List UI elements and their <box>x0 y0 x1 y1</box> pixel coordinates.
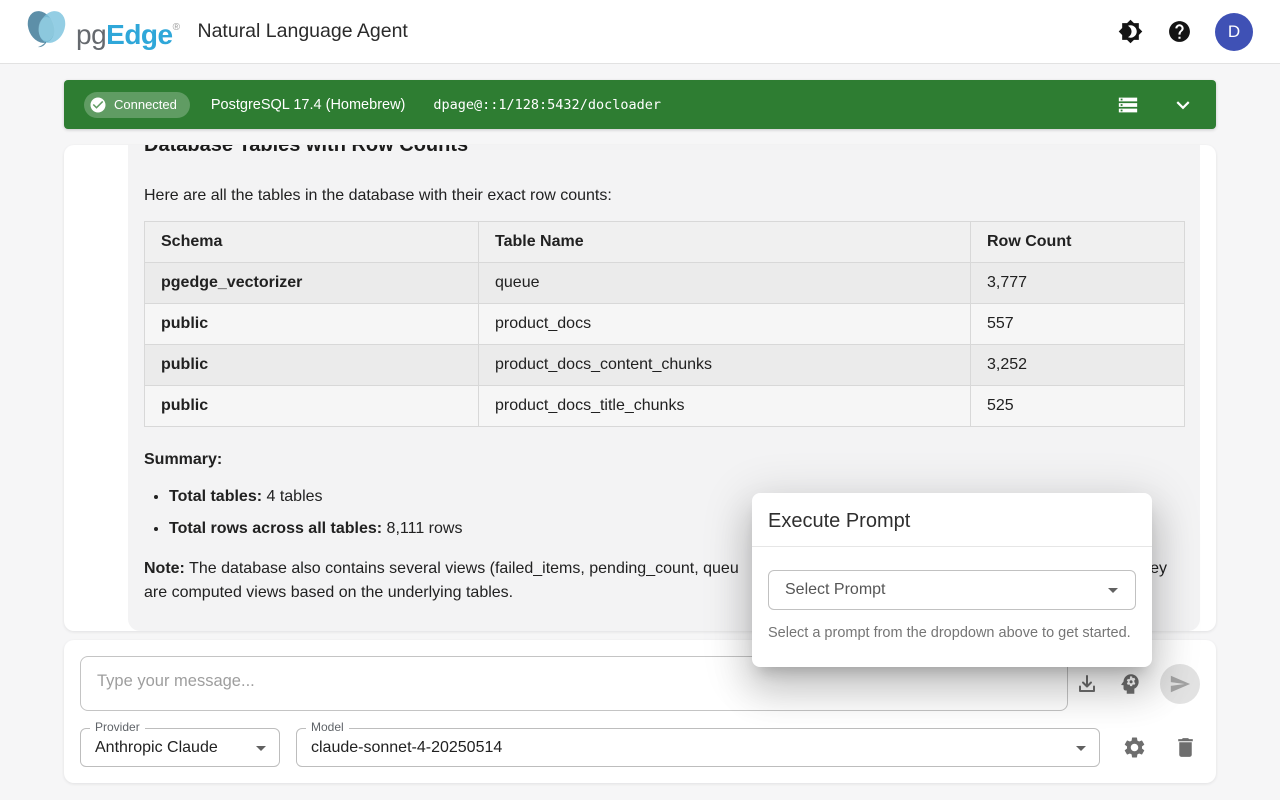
psychology-icon[interactable] <box>1117 671 1143 697</box>
cell-schema: public <box>145 304 479 345</box>
model-value: claude-sonnet-4-20250514 <box>311 739 1069 757</box>
model-select[interactable]: Model claude-sonnet-4-20250514 <box>296 728 1100 767</box>
pgedge-heart-icon <box>24 8 70 48</box>
cell-schema: pgedge_vectorizer <box>145 263 479 304</box>
dropdown-arrow-icon <box>1069 736 1093 760</box>
theme-toggle-icon[interactable] <box>1117 19 1143 45</box>
provider-select[interactable]: Provider Anthropic Claude <box>80 728 280 767</box>
check-circle-icon <box>89 96 107 114</box>
status-badge: Connected <box>84 92 190 118</box>
table-row: public product_docs_title_chunks 525 <box>145 386 1185 427</box>
cell-table: product_docs <box>479 304 971 345</box>
pgedge-logo: pgEdge® <box>24 8 180 55</box>
cell-count: 3,777 <box>971 263 1185 304</box>
row-counts-table: Schema Table Name Row Count pgedge_vecto… <box>144 221 1185 427</box>
summary-heading: Summary: <box>144 448 1184 472</box>
col-table-name: Table Name <box>479 222 971 263</box>
dialog-helper-text: Select a prompt from the dropdown above … <box>752 610 1152 643</box>
model-label: Model <box>306 721 349 733</box>
connection-bar[interactable]: Connected PostgreSQL 17.4 (Homebrew) dpa… <box>64 80 1216 129</box>
dropdown-arrow-icon <box>1101 578 1125 602</box>
server-list-icon[interactable] <box>1115 92 1141 118</box>
cell-count: 525 <box>971 386 1185 427</box>
cell-table: product_docs_content_chunks <box>479 345 971 386</box>
message-intro: Here are all the tables in the database … <box>144 184 1184 208</box>
cell-table: queue <box>479 263 971 304</box>
help-icon[interactable] <box>1166 19 1192 45</box>
message-heading: Database Tables with Row Counts <box>144 145 1184 158</box>
provider-value: Anthropic Claude <box>95 739 249 757</box>
dropdown-arrow-icon <box>249 736 273 760</box>
select-prompt-value: Select Prompt <box>785 581 1101 599</box>
dialog-title: Execute Prompt <box>752 493 1152 546</box>
download-icon[interactable] <box>1074 671 1100 697</box>
server-version: PostgreSQL 17.4 (Homebrew) <box>211 97 406 113</box>
cell-table: product_docs_title_chunks <box>479 386 971 427</box>
select-prompt-dropdown[interactable]: Select Prompt <box>768 570 1136 610</box>
col-row-count: Row Count <box>971 222 1185 263</box>
col-schema: Schema <box>145 222 479 263</box>
status-label: Connected <box>114 97 177 112</box>
chevron-down-icon[interactable] <box>1170 92 1196 118</box>
avatar[interactable]: D <box>1215 13 1253 51</box>
send-icon <box>1169 673 1191 695</box>
table-row: public product_docs_content_chunks 3,252 <box>145 345 1185 386</box>
trash-icon[interactable] <box>1172 735 1198 761</box>
send-button[interactable] <box>1160 664 1200 704</box>
connection-dsn: dpage@::1/128:5432/docloader <box>433 97 661 113</box>
brand-wordmark: pgEdge® <box>76 8 180 55</box>
table-header-row: Schema Table Name Row Count <box>145 222 1185 263</box>
cell-schema: public <box>145 345 479 386</box>
provider-label: Provider <box>90 721 145 733</box>
gear-icon[interactable] <box>1121 735 1147 761</box>
cell-count: 557 <box>971 304 1185 345</box>
table-row: pgedge_vectorizer queue 3,777 <box>145 263 1185 304</box>
page-title: Natural Language Agent <box>198 20 408 43</box>
cell-count: 3,252 <box>971 345 1185 386</box>
execute-prompt-dialog: Execute Prompt Select Prompt Select a pr… <box>752 493 1152 667</box>
app-header: pgEdge® Natural Language Agent D <box>0 0 1280 64</box>
table-row: public product_docs 557 <box>145 304 1185 345</box>
cell-schema: public <box>145 386 479 427</box>
